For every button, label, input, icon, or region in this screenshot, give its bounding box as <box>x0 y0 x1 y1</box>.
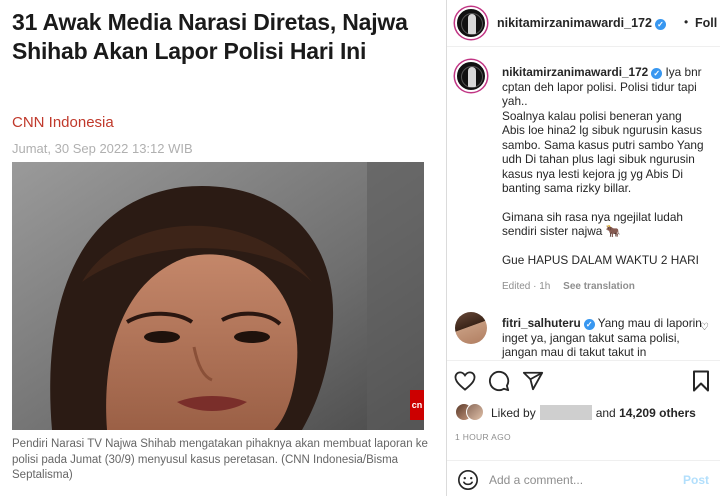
heart-icon[interactable] <box>453 369 477 393</box>
separator-dot: • <box>684 15 689 29</box>
likes-count[interactable]: 14,209 others <box>619 406 696 420</box>
caption-meta: Edited · 1h See translation <box>502 281 645 292</box>
caption-avatar[interactable] <box>455 60 487 92</box>
redacted-username[interactable] <box>539 405 592 420</box>
post-button[interactable]: Post <box>683 473 709 487</box>
comment-icon[interactable] <box>487 369 511 393</box>
comment-username[interactable]: fitri_salhuteru <box>502 316 581 330</box>
post-time: 1 HOUR AGO <box>455 432 511 442</box>
and-label: and <box>595 406 616 420</box>
add-comment-bar: Add a comment... Post <box>447 460 720 496</box>
edited-label: Edited · 1h <box>502 281 551 292</box>
liker-avatar[interactable] <box>466 403 484 421</box>
caption-body: nikitamirzanimawardi_172 ✓ Iya bnr cptan … <box>502 65 707 267</box>
article-screenshot: 31 Awak Media Narasi Diretas, Najwa Shih… <box>0 0 446 496</box>
header-username-text[interactable]: nikitamirzanimawardi_172 <box>497 16 652 30</box>
caption-line-4: Gue HAPUS DALAM WAKTU 2 HARI <box>502 252 699 267</box>
header-username[interactable]: nikitamirzanimawardi_172 ✓ <box>497 16 666 30</box>
cnn-watermark: cn <box>410 390 424 420</box>
avatar[interactable] <box>455 7 487 39</box>
liked-by-label: Liked by <box>491 406 536 420</box>
see-translation-link[interactable]: See translation <box>563 281 635 292</box>
verified-icon: ✓ <box>654 19 666 30</box>
comment-body: fitri_salhuteru ✓ Yang mau di laporin ing… <box>502 316 707 360</box>
commenter-avatar[interactable] <box>455 312 487 344</box>
verified-icon: ✓ <box>651 68 663 79</box>
share-icon[interactable] <box>521 369 545 393</box>
caption-line-2: Soalnya kalau polisi beneran yang Abis l… <box>502 108 704 196</box>
photo-caption: Pendiri Narasi TV Najwa Shihab mengataka… <box>12 438 428 481</box>
caption-username[interactable]: nikitamirzanimawardi_172 <box>502 65 648 79</box>
comment-like-icon[interactable]: ♡ <box>700 322 709 333</box>
bookmark-icon[interactable] <box>689 369 713 393</box>
comment-input[interactable]: Add a comment... <box>489 473 583 487</box>
post-header: nikitamirzanimawardi_172 ✓ • Foll <box>447 0 720 47</box>
action-bar <box>447 360 720 400</box>
follow-button[interactable]: Foll <box>695 16 717 30</box>
portrait-image <box>12 162 424 430</box>
instagram-panel: nikitamirzanimawardi_172 ✓ • Foll nikitam… <box>446 0 720 496</box>
comments-area[interactable]: nikitamirzanimawardi_172 ✓ Iya bnr cptan … <box>447 48 720 360</box>
article-source: CNN Indonesia <box>12 114 114 131</box>
emoji-icon[interactable] <box>457 469 478 490</box>
article-headline: 31 Awak Media Narasi Diretas, Najwa Shih… <box>12 9 408 64</box>
article-photo: cn <box>12 162 424 430</box>
caption-line-3: Gimana sih rasa nya ngejilat ludah sendi… <box>502 209 683 239</box>
article-date: Jumat, 30 Sep 2022 13:12 WIB <box>12 141 193 156</box>
verified-icon: ✓ <box>583 319 595 330</box>
